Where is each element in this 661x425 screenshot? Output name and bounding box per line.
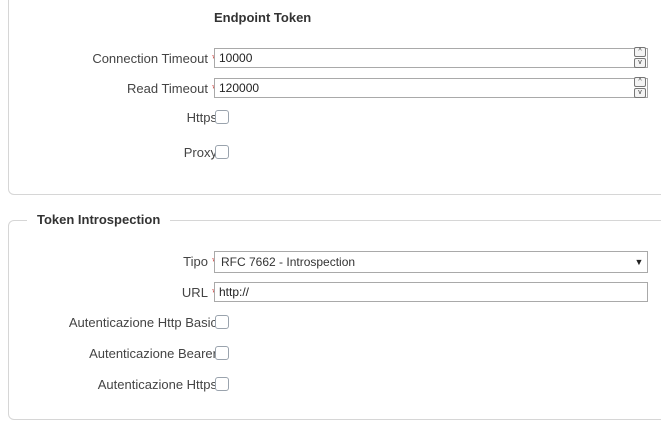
http-basic-row: Autenticazione Http Basic (9, 312, 661, 334)
url-input[interactable]: http:// (214, 282, 648, 302)
connection-timeout-row: Connection Timeout* 10000 ^ v (9, 47, 661, 70)
https-label: Https (186, 110, 217, 125)
connection-timeout-label-wrap: Connection Timeout* (17, 48, 217, 70)
connection-timeout-label: Connection Timeout (92, 51, 208, 66)
auth-https-checkbox[interactable] (215, 377, 229, 391)
https-row: Https (9, 107, 661, 129)
read-timeout-input[interactable]: 120000 ^ v (214, 77, 648, 99)
decrement-icon[interactable]: v (634, 88, 646, 98)
read-timeout-row: Read Timeout* 120000 ^ v (9, 77, 661, 100)
tipo-label-wrap: Tipo* (17, 251, 217, 273)
token-introspection-panel: Token Introspection Tipo* RFC 7662 - Int… (8, 212, 661, 420)
connection-timeout-input[interactable]: 10000 ^ v (214, 47, 648, 69)
increment-icon[interactable]: ^ (634, 47, 646, 57)
http-basic-checkbox[interactable] (215, 315, 229, 329)
read-timeout-label-wrap: Read Timeout* (17, 78, 217, 100)
tipo-selected-value: RFC 7662 - Introspection (221, 255, 356, 269)
url-row: URL* http:// (9, 282, 661, 304)
bearer-label: Autenticazione Bearer (89, 346, 217, 361)
proxy-checkbox[interactable] (215, 145, 229, 159)
tipo-select[interactable]: RFC 7662 - Introspection ▼ (214, 251, 648, 273)
endpoint-token-title: Endpoint Token (214, 10, 312, 25)
connection-timeout-value: 10000 (219, 51, 253, 65)
http-basic-label: Autenticazione Http Basic (68, 315, 217, 330)
token-introspection-legend: Token Introspection (27, 212, 171, 227)
bearer-row: Autenticazione Bearer (9, 343, 661, 365)
increment-icon[interactable]: ^ (634, 77, 646, 87)
https-checkbox[interactable] (215, 110, 229, 124)
url-value: http:// (219, 285, 250, 299)
connection-timeout-spinner[interactable]: ^ v (634, 47, 646, 69)
tipo-row: Tipo* RFC 7662 - Introspection ▼ (9, 251, 661, 273)
proxy-row: Proxy (9, 142, 661, 164)
proxy-label: Proxy (183, 145, 217, 160)
tipo-label: Tipo (183, 254, 208, 269)
read-timeout-spinner[interactable]: ^ v (634, 77, 646, 99)
endpoint-token-panel: Endpoint Token Connection Timeout* 10000… (8, 0, 661, 195)
url-label: URL (181, 285, 208, 300)
url-label-wrap: URL* (17, 282, 217, 304)
read-timeout-label: Read Timeout (127, 81, 208, 96)
decrement-icon[interactable]: v (634, 58, 646, 68)
read-timeout-value: 120000 (219, 81, 260, 95)
bearer-checkbox[interactable] (215, 346, 229, 360)
auth-https-label: Autenticazione Https (97, 377, 217, 392)
auth-https-row: Autenticazione Https (9, 374, 661, 396)
dropdown-arrow-icon[interactable]: ▼ (633, 254, 645, 270)
